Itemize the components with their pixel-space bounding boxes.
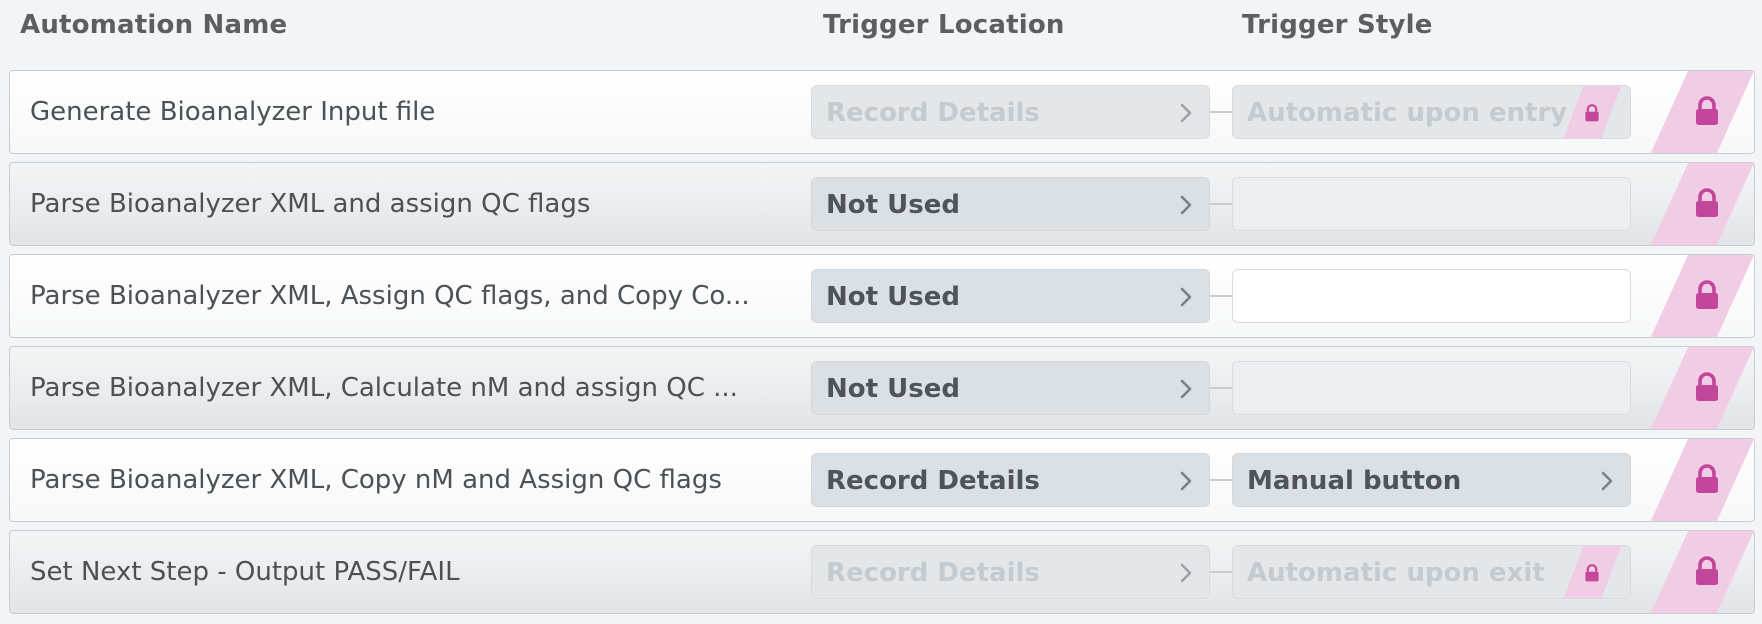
trigger-location-select[interactable]: Not Used xyxy=(811,361,1210,415)
trigger-location-select: Record Details xyxy=(811,85,1210,139)
column-header-automation-name: Automation Name xyxy=(20,10,288,40)
connector-line xyxy=(1210,203,1232,205)
lock-icon xyxy=(1584,564,1600,582)
lock-icon xyxy=(1694,464,1720,494)
trigger-style-value: Automatic upon exit xyxy=(1247,558,1545,588)
chevron-right-icon xyxy=(1177,286,1195,308)
column-header-trigger-location: Trigger Location xyxy=(823,10,1065,40)
chevron-right-icon xyxy=(1177,194,1195,216)
trigger-location-select[interactable]: Record Details xyxy=(811,453,1210,507)
automation-name: Parse Bioanalyzer XML, Calculate nM and … xyxy=(30,373,738,403)
trigger-style-select[interactable]: Manual button xyxy=(1232,453,1631,507)
automation-name: Parse Bioanalyzer XML and assign QC flag… xyxy=(30,189,591,219)
automation-row[interactable]: Generate Bioanalyzer Input file Record D… xyxy=(9,70,1755,154)
trigger-style-select xyxy=(1232,177,1631,231)
lock-icon xyxy=(1694,188,1720,218)
connector-line xyxy=(1210,295,1232,297)
trigger-location-value: Record Details xyxy=(826,558,1040,588)
trigger-location-select: Record Details xyxy=(811,545,1210,599)
lock-icon xyxy=(1584,104,1600,122)
trigger-location-select[interactable]: Not Used xyxy=(811,177,1210,231)
trigger-location-select[interactable]: Not Used xyxy=(811,269,1210,323)
trigger-style-select xyxy=(1232,361,1631,415)
automation-row[interactable]: Parse Bioanalyzer XML, Copy nM and Assig… xyxy=(9,438,1755,522)
trigger-location-value: Not Used xyxy=(826,374,960,404)
automation-name: Generate Bioanalyzer Input file xyxy=(30,97,436,127)
trigger-style-select xyxy=(1232,269,1631,323)
trigger-style-value: Manual button xyxy=(1247,466,1462,496)
column-header-trigger-style: Trigger Style xyxy=(1242,10,1433,40)
chevron-right-icon xyxy=(1177,562,1195,584)
trigger-location-value: Not Used xyxy=(826,190,960,220)
chevron-right-icon xyxy=(1177,102,1195,124)
lock-icon xyxy=(1694,280,1720,310)
connector-line xyxy=(1210,479,1232,481)
trigger-style-select: Automatic upon exit xyxy=(1232,545,1631,599)
chevron-right-icon xyxy=(1598,470,1616,492)
trigger-location-value: Record Details xyxy=(826,98,1040,128)
connector-line xyxy=(1210,387,1232,389)
automation-row[interactable]: Parse Bioanalyzer XML, Calculate nM and … xyxy=(9,346,1755,430)
trigger-style-select: Automatic upon entry xyxy=(1232,85,1631,139)
trigger-location-value: Record Details xyxy=(826,466,1040,496)
trigger-location-value: Not Used xyxy=(826,282,960,312)
trigger-style-value: Automatic upon entry xyxy=(1247,98,1568,128)
automation-name: Parse Bioanalyzer XML, Copy nM and Assig… xyxy=(30,465,722,495)
table-header: Automation Name Trigger Location Trigger… xyxy=(0,0,1762,62)
lock-icon xyxy=(1694,372,1720,402)
automation-row[interactable]: Parse Bioanalyzer XML and assign QC flag… xyxy=(9,162,1755,246)
lock-icon xyxy=(1694,556,1720,586)
automation-list: Generate Bioanalyzer Input file Record D… xyxy=(9,70,1755,622)
automation-name: Set Next Step - Output PASS/FAIL xyxy=(30,557,460,587)
automation-name: Parse Bioanalyzer XML, Assign QC flags, … xyxy=(30,281,750,311)
chevron-right-icon xyxy=(1177,470,1195,492)
chevron-right-icon xyxy=(1177,378,1195,400)
automation-row[interactable]: Set Next Step - Output PASS/FAIL Record … xyxy=(9,530,1755,614)
connector-line xyxy=(1210,571,1232,573)
lock-icon xyxy=(1694,96,1720,126)
connector-line xyxy=(1210,111,1232,113)
automation-row[interactable]: Parse Bioanalyzer XML, Assign QC flags, … xyxy=(9,254,1755,338)
